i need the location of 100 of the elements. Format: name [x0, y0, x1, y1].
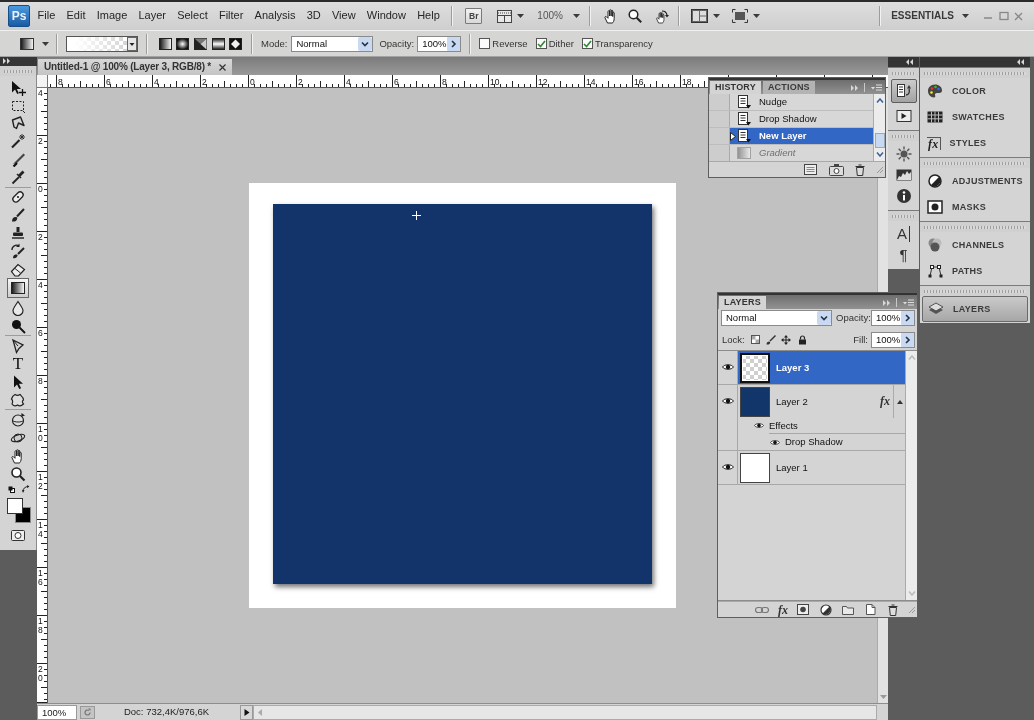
brush-icon[interactable]: [765, 334, 776, 345]
grip-bar[interactable]: [0, 66, 36, 76]
magic-wand-icon[interactable]: [10, 133, 26, 150]
menu-item[interactable]: Help: [411, 9, 446, 23]
document-tab[interactable]: Untitled-1 @ 100% (Layer 3, RGB/8) *: [38, 59, 233, 75]
eyedropper-icon[interactable]: [10, 168, 26, 185]
double-chevron-icon[interactable]: [906, 59, 913, 65]
mode-select[interactable]: Normal: [291, 35, 374, 52]
panel-button[interactable]: MASKS: [920, 194, 1030, 220]
grip-bar[interactable]: [920, 286, 1030, 296]
eye-icon[interactable]: [721, 363, 734, 371]
gradient-picker[interactable]: [66, 35, 138, 52]
eye-icon[interactable]: [770, 438, 780, 446]
menu-item[interactable]: Select: [171, 9, 214, 23]
layer-row[interactable]: Layer 3: [738, 351, 905, 384]
panel-tab[interactable]: HISTORY: [710, 81, 761, 94]
vertical-scrollbar[interactable]: [873, 94, 885, 161]
page-icon[interactable]: [865, 604, 876, 615]
history-state[interactable]: Nudge: [730, 94, 873, 110]
checkerboard-icon[interactable]: [750, 335, 760, 344]
color-swatches-icon[interactable]: [7, 497, 31, 523]
pen-icon[interactable]: [10, 338, 26, 355]
chevron-down-icon[interactable]: [817, 311, 831, 325]
rotate-3d-icon[interactable]: [10, 412, 26, 429]
move-arrows-icon[interactable]: [780, 334, 791, 345]
link-icon[interactable]: [755, 605, 769, 614]
panel-tab[interactable]: LAYERS: [719, 296, 766, 309]
camera-icon[interactable]: [829, 163, 844, 176]
chevron-right-icon[interactable]: [901, 332, 914, 347]
panel-button[interactable]: SWATCHES: [920, 104, 1030, 130]
menu-item[interactable]: Window: [361, 9, 412, 23]
caret-icon[interactable]: [42, 41, 49, 46]
workspace-menu[interactable]: ESSENTIALS: [891, 10, 954, 22]
zoom-icon[interactable]: [10, 465, 26, 482]
effects-row[interactable]: Effects: [738, 418, 905, 433]
type-tool[interactable]: T: [10, 355, 26, 372]
trash-icon[interactable]: [855, 163, 865, 176]
history-icon[interactable]: [890, 79, 917, 103]
fill-field[interactable]: 100%: [871, 331, 915, 348]
menu-item[interactable]: Analysis: [248, 9, 302, 23]
grip-bar[interactable]: [920, 158, 1030, 168]
document-icon[interactable]: [804, 163, 818, 176]
layer-row[interactable]: Layer 2 fx: [738, 385, 905, 418]
caret-icon[interactable]: [962, 14, 969, 18]
folder-icon[interactable]: [842, 604, 854, 615]
radial-gradient-icon[interactable]: [176, 37, 189, 50]
character-panel-button[interactable]: A: [895, 226, 912, 242]
checkbox-label[interactable]: Transparency: [595, 37, 653, 50]
menu-item[interactable]: 3D: [301, 9, 327, 23]
checkbox[interactable]: [582, 38, 593, 49]
checkbox-label[interactable]: Reverse: [492, 37, 528, 50]
default-colors-icon[interactable]: [8, 485, 15, 493]
caret-icon[interactable]: [712, 14, 720, 18]
double-chevron-icon[interactable]: [3, 58, 10, 64]
grip-bar[interactable]: [888, 131, 919, 141]
grip-bar[interactable]: [888, 68, 919, 78]
checkbox[interactable]: [535, 38, 547, 49]
menu-item[interactable]: Edit: [60, 9, 92, 23]
grip-bar[interactable]: [888, 211, 919, 221]
zoom-icon[interactable]: [627, 9, 642, 23]
eye-icon[interactable]: [721, 463, 734, 471]
arrange-windows-icon[interactable]: [690, 9, 708, 23]
quick-mask-icon[interactable]: [11, 529, 25, 541]
info-icon[interactable]: [895, 188, 912, 204]
lock-icon[interactable]: [797, 334, 807, 345]
history-brush-icon[interactable]: [10, 242, 26, 259]
diamond-gradient-icon[interactable]: [229, 37, 242, 50]
play-icon[interactable]: [895, 108, 912, 124]
move-tool-icon[interactable]: [10, 79, 26, 96]
swap-arrows-icon[interactable]: [22, 485, 30, 494]
panel-menu-icon[interactable]: [903, 299, 914, 306]
zoom-level-menu[interactable]: 100%: [537, 10, 563, 22]
panel-button[interactable]: PATHS: [920, 258, 1030, 284]
layer-row[interactable]: Layer 1: [738, 451, 905, 484]
gradient-tool-icon[interactable]: [7, 278, 29, 299]
chevron-right-icon[interactable]: [447, 36, 461, 51]
caret-icon[interactable]: [517, 14, 525, 18]
ruler-corner[interactable]: [37, 75, 48, 88]
stamp-icon[interactable]: [10, 224, 26, 241]
angle-gradient-icon[interactable]: [194, 37, 207, 50]
panel-button[interactable]: CHANNELS: [920, 232, 1030, 258]
double-chevron-icon[interactable]: [1017, 59, 1024, 65]
bridge-button[interactable]: Br: [465, 8, 483, 24]
checkbox-label[interactable]: Dither: [548, 37, 574, 50]
chevron-right-icon[interactable]: [901, 311, 914, 325]
screen-mode-icon[interactable]: [731, 9, 748, 23]
blend-mode-select[interactable]: Normal: [721, 310, 832, 326]
dodge-tool-icon[interactable]: [10, 317, 26, 334]
panel-button[interactable]: fx STYLES: [920, 130, 1030, 156]
trash-icon[interactable]: [888, 603, 898, 616]
checkbox[interactable]: [479, 38, 491, 49]
reflected-gradient-icon[interactable]: [212, 37, 225, 50]
grip-bar[interactable]: [920, 222, 1030, 232]
caret-icon[interactable]: [572, 14, 580, 18]
scroll-thumb[interactable]: [874, 133, 885, 148]
sun-icon[interactable]: [895, 146, 912, 162]
drop-icon[interactable]: [10, 299, 26, 316]
history-state[interactable]: Drop Shadow: [730, 111, 873, 127]
lasso-tool-icon[interactable]: [10, 115, 26, 132]
menu-item[interactable]: File: [32, 9, 61, 23]
